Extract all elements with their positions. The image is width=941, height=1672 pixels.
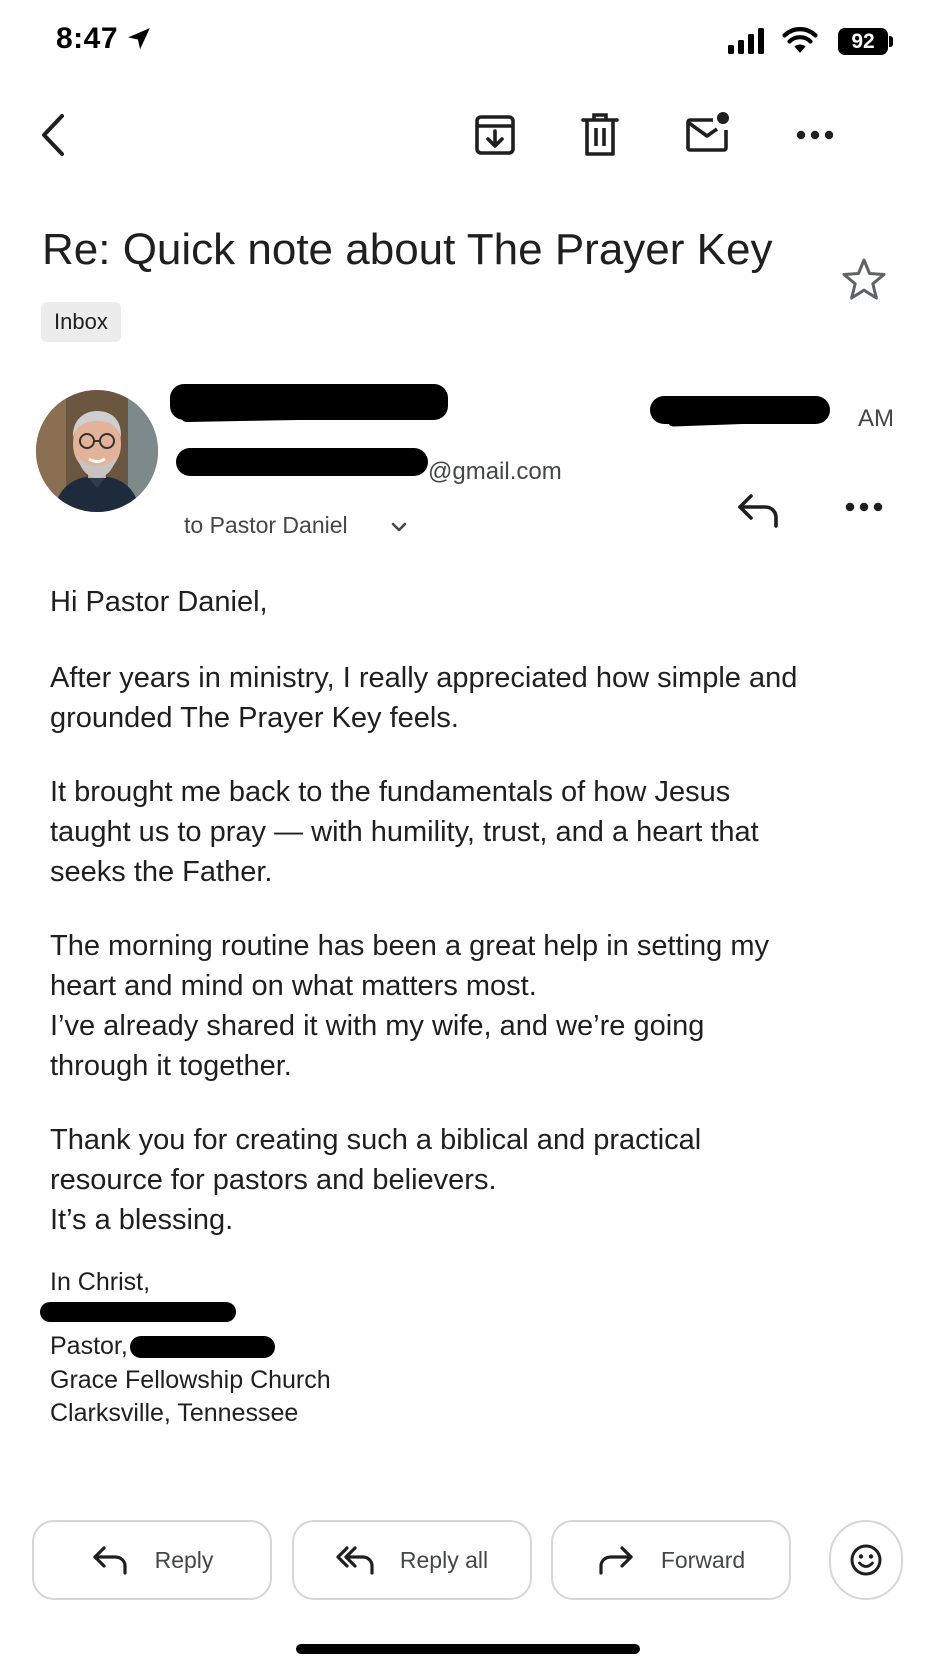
- smiley-icon: [850, 1544, 882, 1576]
- body-block: After years in ministry, I really apprec…: [50, 658, 880, 738]
- trash-icon[interactable]: [575, 110, 625, 160]
- more-horizontal-icon[interactable]: [790, 110, 840, 160]
- redacted-signature-surname: [130, 1336, 275, 1358]
- battery-nub: [889, 36, 893, 47]
- signature-location: Clarksville, Tennessee: [50, 1399, 299, 1427]
- body-paragraph: It brought me back to the fundamentals o…: [50, 776, 759, 888]
- forward-icon: [599, 1546, 633, 1575]
- back-arrow-icon[interactable]: [30, 110, 80, 160]
- body-paragraph: Hi Pastor Daniel,: [50, 586, 268, 618]
- star-icon[interactable]: [840, 256, 888, 304]
- message-more-icon[interactable]: [842, 494, 886, 520]
- emoji-reaction-button[interactable]: [829, 1520, 903, 1600]
- redacted-email: [176, 448, 428, 476]
- body-paragraph: The morning routine has been a great hel…: [50, 930, 769, 1082]
- archive-icon[interactable]: [470, 110, 520, 160]
- forward-button[interactable]: Forward: [551, 1520, 791, 1600]
- signature-church: Grace Fellowship Church: [50, 1366, 331, 1394]
- home-indicator[interactable]: [296, 1644, 640, 1654]
- body-block: Thank you for creating such a biblical a…: [50, 1120, 880, 1240]
- greeting: Hi Pastor Daniel,: [50, 582, 880, 622]
- wifi-icon: [782, 27, 818, 53]
- inbox-label[interactable]: Inbox: [41, 302, 121, 342]
- sender-email: @gmail.com: [428, 458, 562, 485]
- body-block: The morning routine has been a great hel…: [50, 926, 880, 1086]
- status-time: 8:47: [56, 22, 119, 55]
- reply-icon: [92, 1546, 127, 1575]
- recipients-line[interactable]: to Pastor Daniel: [184, 512, 348, 539]
- body-block: It brought me back to the fundamentals o…: [50, 772, 880, 892]
- email-subject: Re: Quick note about The Prayer Key: [42, 225, 773, 274]
- reply-all-button[interactable]: Reply all: [292, 1520, 532, 1600]
- signature-title: Pastor,: [50, 1332, 128, 1360]
- location-arrow-icon: [128, 28, 150, 50]
- message-time: AM: [858, 405, 894, 432]
- avatar[interactable]: [36, 390, 158, 512]
- signature-closing: In Christ,: [50, 1268, 151, 1296]
- reply-icon[interactable]: [735, 490, 781, 530]
- reply-label: Reply: [154, 1546, 214, 1573]
- forward-label: Forward: [660, 1546, 746, 1573]
- reply-all-label: Reply all: [399, 1546, 489, 1573]
- battery-icon: 92: [838, 28, 888, 55]
- redacted-signature-name: [40, 1302, 236, 1322]
- chevron-down-icon[interactable]: [388, 516, 410, 538]
- reply-all-icon: [336, 1546, 374, 1575]
- cellular-signal-icon: [728, 28, 764, 54]
- mark-unread-icon[interactable]: [682, 108, 732, 158]
- reply-button[interactable]: Reply: [32, 1520, 272, 1600]
- body-paragraph: Thank you for creating such a biblical a…: [50, 1124, 702, 1236]
- body-paragraph: After years in ministry, I really apprec…: [50, 662, 798, 734]
